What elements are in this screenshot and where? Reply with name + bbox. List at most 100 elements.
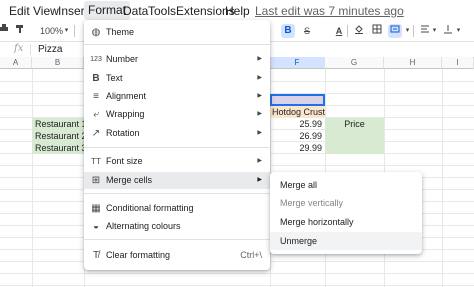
bold-text-icon: B xyxy=(92,73,100,84)
menu-item-theme[interactable]: ◍ Theme xyxy=(84,24,270,41)
borders-icon[interactable] xyxy=(371,24,383,38)
submenu-arrow-icon: ▶ xyxy=(257,177,262,183)
number-icon: 123 xyxy=(90,56,102,63)
conditional-format-icon: ▦ xyxy=(91,203,101,214)
menu-divider xyxy=(84,147,270,148)
menu-item-label: Wrapping xyxy=(106,109,145,119)
text-color-button[interactable]: A xyxy=(333,24,345,38)
zoom-select[interactable]: 100% xyxy=(40,24,63,38)
menu-item-alternating-colours[interactable]: ◒ Alternating colours xyxy=(84,218,270,235)
row-divider xyxy=(0,273,474,274)
menu-item-label: Number xyxy=(106,54,139,64)
clear-format-icon: T̸ xyxy=(92,250,100,261)
menu-item-text[interactable]: B Text ▶ xyxy=(84,70,270,87)
row-divider xyxy=(0,285,474,286)
merge-cells-icon[interactable] xyxy=(388,24,402,38)
menu-item-clear-formatting[interactable]: T̸ Clear formatting Ctrl+\ xyxy=(84,247,270,264)
menu-item-label: Theme xyxy=(106,27,135,37)
menu-tools[interactable]: Tools xyxy=(148,4,176,18)
toolbar-divider xyxy=(413,25,414,37)
cell-f-header[interactable]: Hotdog Crust xyxy=(270,106,325,118)
shortcut-label: Ctrl+\ xyxy=(240,250,262,260)
cell-price-2[interactable] xyxy=(325,130,384,142)
selected-cell[interactable] xyxy=(270,94,325,106)
last-edit-link[interactable]: Last edit was 7 minutes ago xyxy=(255,4,404,18)
chevron-down-icon[interactable]: ▾ xyxy=(404,24,411,38)
toolbar-divider xyxy=(74,25,75,37)
menu-item-alignment[interactable]: ≡ Alignment ▶ xyxy=(84,88,270,105)
merge-vertically-option[interactable]: Merge vertically xyxy=(270,194,422,212)
menu-divider xyxy=(84,44,270,45)
cell-f-value-3[interactable]: 29.99 xyxy=(270,142,325,154)
menu-item-conditional-formatting[interactable]: ▦ Conditional formatting xyxy=(84,200,270,217)
menu-edit[interactable]: Edit xyxy=(9,4,30,18)
cell-price-3[interactable] xyxy=(325,142,384,154)
menu-item-label: Font size xyxy=(106,156,143,166)
valign-icon[interactable] xyxy=(442,24,454,38)
submenu-arrow-icon: ▶ xyxy=(257,75,262,81)
strikethrough-button[interactable]: S xyxy=(301,24,313,38)
submenu-arrow-icon: ▶ xyxy=(257,158,262,164)
menu-item-label: Clear formatting xyxy=(106,250,171,260)
cell-restaurant-3[interactable]: Restaurant 3 xyxy=(32,142,87,154)
menu-item-wrapping[interactable]: ⤶ Wrapping ▶ xyxy=(84,106,270,123)
menu-view[interactable]: View xyxy=(33,4,59,18)
submenu-arrow-icon: ▶ xyxy=(257,56,262,62)
font-size-icon: TT xyxy=(91,157,101,166)
function-icon: fx xyxy=(14,43,24,54)
menu-divider xyxy=(84,193,270,194)
print-icon[interactable] xyxy=(0,24,8,38)
menu-item-label: Alternating colours xyxy=(106,221,181,231)
align-icon: ≡ xyxy=(93,91,99,102)
bold-button[interactable]: B xyxy=(281,24,295,38)
menu-item-rotation[interactable]: ↗ Rotation ▶ xyxy=(84,125,270,142)
submenu-arrow-icon: ▶ xyxy=(257,130,262,136)
menu-bar: Edit View Insert Format Data Tools Exten… xyxy=(0,0,474,21)
column-header-b[interactable]: B xyxy=(32,57,84,69)
column-header-g[interactable]: G xyxy=(325,57,384,69)
merge-horizontally-option[interactable]: Merge horizontally xyxy=(270,213,422,231)
chevron-down-icon[interactable]: ▾ xyxy=(431,24,438,38)
format-menu: ◍ Theme 123 Number ▶ B Text ▶ ≡ Alignmen… xyxy=(84,20,270,270)
paint-format-icon[interactable] xyxy=(14,24,26,38)
menu-item-label: Alignment xyxy=(106,91,147,101)
merge-cells-submenu: Merge all Merge vertically Merge horizon… xyxy=(270,172,422,254)
fill-color-icon[interactable] xyxy=(353,24,365,38)
formula-divider xyxy=(30,44,31,55)
merge-icon: ⊞ xyxy=(91,175,101,186)
menu-item-label: Rotation xyxy=(106,128,140,138)
menu-item-merge-cells[interactable]: ⊞ Merge cells ▶ xyxy=(84,172,270,189)
column-header-a[interactable]: A xyxy=(0,57,32,69)
menu-item-label: Text xyxy=(106,73,123,83)
unmerge-option[interactable]: Unmerge xyxy=(270,232,422,250)
menu-help[interactable]: Help xyxy=(225,4,250,18)
menu-divider xyxy=(84,239,270,240)
cell-price-header[interactable]: Price xyxy=(325,118,384,130)
cell-restaurant-1[interactable]: Restaurant 1 xyxy=(32,118,87,130)
menu-item-number[interactable]: 123 Number ▶ xyxy=(84,51,270,68)
column-header-f[interactable]: F xyxy=(270,57,325,69)
palette-icon: ◍ xyxy=(91,27,101,38)
wrap-icon: ⤶ xyxy=(93,109,99,120)
submenu-arrow-icon: ▶ xyxy=(257,93,262,99)
formula-input[interactable]: Pizza xyxy=(38,44,62,55)
cell-f-value-2[interactable]: 26.99 xyxy=(270,130,325,142)
toolbar-divider xyxy=(347,25,348,37)
submenu-arrow-icon: ▶ xyxy=(257,111,262,117)
merge-all-option[interactable]: Merge all xyxy=(270,176,422,194)
chevron-down-icon[interactable]: ▾ xyxy=(63,24,70,38)
rotate-icon: ↗ xyxy=(91,128,101,139)
column-header-i[interactable]: I xyxy=(442,57,474,69)
cell-f-value-1[interactable]: 25.99 xyxy=(270,118,325,130)
cell-restaurant-2[interactable]: Restaurant 2 xyxy=(32,130,87,142)
column-divider xyxy=(442,69,443,287)
column-divider xyxy=(32,69,33,287)
chevron-down-icon[interactable]: ▾ xyxy=(455,24,462,38)
column-header-h[interactable]: H xyxy=(384,57,442,69)
align-icon[interactable] xyxy=(419,24,431,38)
menu-item-font-size[interactable]: TT Font size ▶ xyxy=(84,153,270,170)
menu-data[interactable]: Data xyxy=(123,4,148,18)
menu-item-label: Merge cells xyxy=(106,175,153,185)
alternating-colours-icon: ◒ xyxy=(92,221,100,232)
menu-item-label: Conditional formatting xyxy=(106,203,194,213)
